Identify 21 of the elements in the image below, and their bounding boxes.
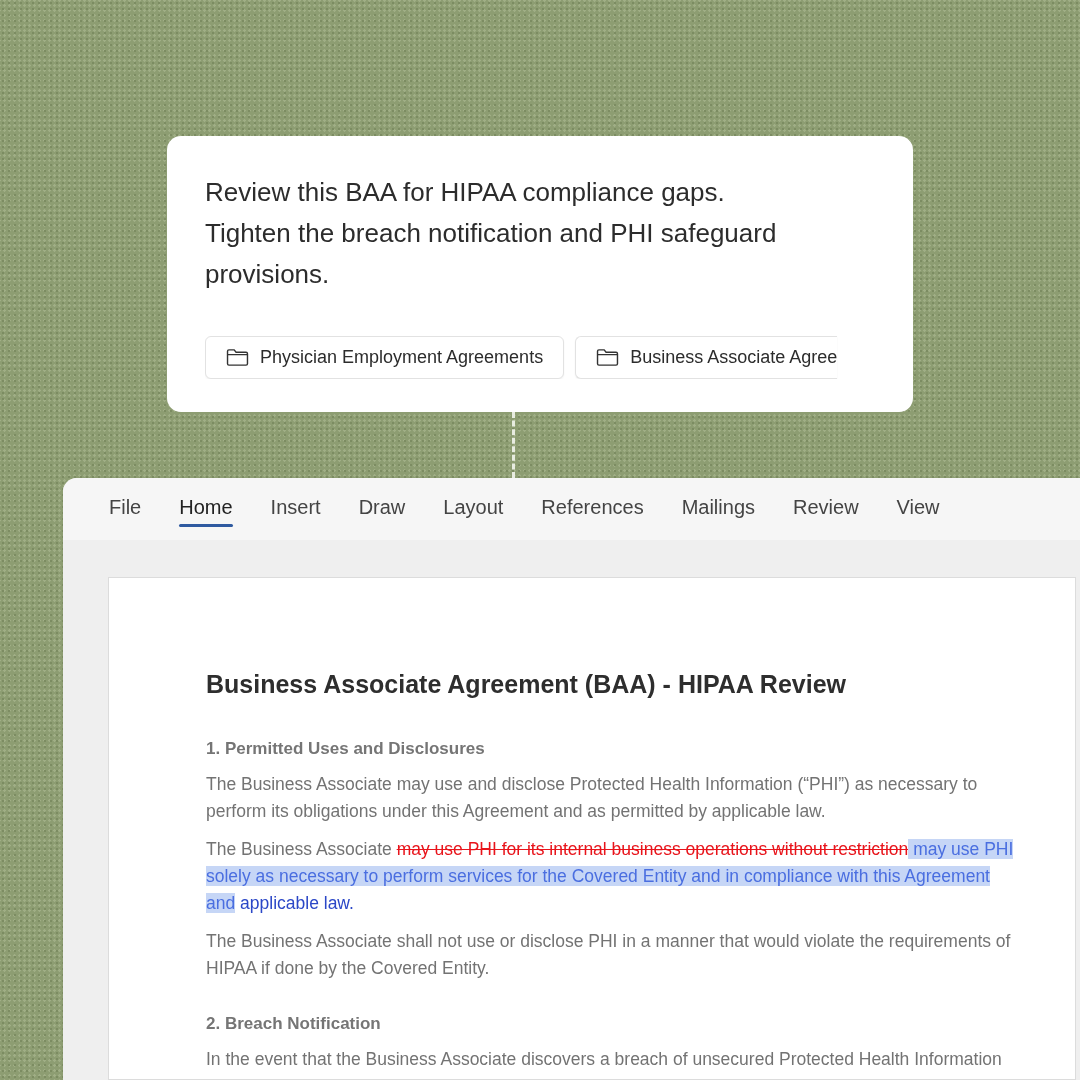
ribbon-tab[interactable]: Home bbox=[160, 478, 252, 540]
ribbon-tab[interactable]: View bbox=[877, 478, 959, 540]
folder-chip[interactable]: Physician Employment Agreements bbox=[205, 336, 565, 379]
section-heading: 2. Breach Notification bbox=[206, 1014, 382, 1034]
folder-chip[interactable]: Business Associate Agree bbox=[575, 336, 838, 379]
paragraph: The Business Associate shall not use or disclose PHI in a manner that would violate the requirements of HIPAA if done by the Covered Entity. bbox=[206, 930, 1012, 980]
paragraph: The Business Associate may use and disclose Protected Health Information (“PHI”) as necessary to perform its obligations under this Agreement and as permitted by applicable law. bbox=[206, 773, 979, 823]
ribbon-tab[interactable]: Mailings bbox=[662, 478, 774, 540]
ribbon-tab[interactable]: References bbox=[522, 478, 663, 540]
folder-icon bbox=[596, 348, 620, 367]
paragraph: In the event that the Business Associate discovers a breach of unsecured Protected Health Information bbox=[206, 1048, 1003, 1071]
document-title: Business Associate Agreement (BAA) - HIPAA Review bbox=[206, 670, 847, 699]
ribbon-tab[interactable]: Review bbox=[774, 478, 878, 540]
folder-icon bbox=[226, 348, 249, 367]
prompt-text: Review this BAA for HIPAA compliance gaps. Tighten the breach notification and PHI safeguard provisions. bbox=[205, 176, 778, 291]
section-heading: 1. Permitted Uses and Disclosures bbox=[206, 739, 486, 759]
ribbon-tab[interactable]: Layout bbox=[424, 478, 523, 540]
paragraph: The Business Associate may use PHI for its internal business operations without restriction may use PHI solely as necessary to perform services for the Covered Entity and in compliance with this Agreement and applicable law. bbox=[206, 838, 1015, 915]
ribbon-tab[interactable]: Draw bbox=[339, 478, 425, 540]
ribbon-tab[interactable]: File bbox=[90, 478, 161, 540]
ribbon-tab[interactable]: Insert bbox=[251, 478, 340, 540]
